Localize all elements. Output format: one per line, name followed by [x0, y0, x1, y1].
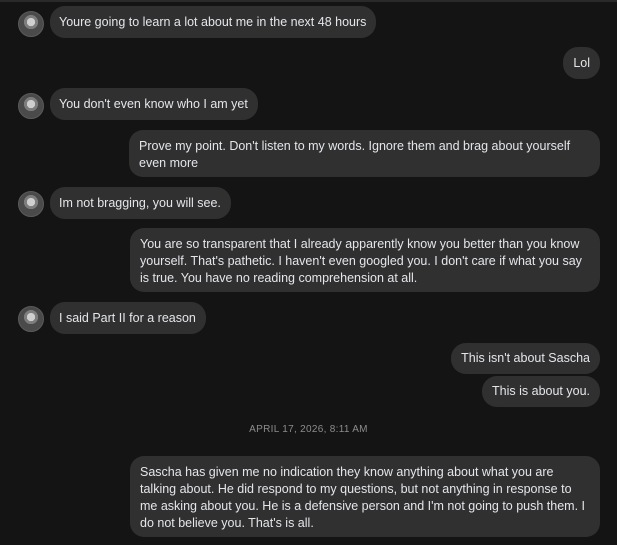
- top-divider: [0, 0, 617, 2]
- contact-avatar-icon[interactable]: [18, 191, 44, 217]
- message-text: You are so transparent that I already ap…: [140, 237, 582, 285]
- contact-avatar-icon[interactable]: [18, 93, 44, 119]
- outgoing-message-bubble[interactable]: You are so transparent that I already ap…: [130, 228, 600, 292]
- message-text: Prove my point. Don't listen to my words…: [139, 139, 571, 170]
- contact-avatar-icon[interactable]: [18, 306, 44, 332]
- message-timestamp: APRIL 17, 2026, 8:11 AM: [249, 424, 368, 435]
- incoming-message-bubble[interactable]: I said Part II for a reason: [50, 302, 206, 334]
- outgoing-message-bubble[interactable]: This isn't about Sascha: [451, 343, 600, 374]
- message-text: You don't even know who I am yet: [59, 97, 248, 111]
- outgoing-message-bubble[interactable]: Prove my point. Don't listen to my words…: [129, 130, 600, 177]
- incoming-message-bubble[interactable]: Im not bragging, you will see.: [50, 187, 231, 219]
- incoming-message-bubble[interactable]: You don't even know who I am yet: [50, 88, 258, 120]
- message-text: Im not bragging, you will see.: [59, 196, 221, 210]
- message-text: This is about you.: [492, 384, 590, 398]
- message-text: Youre going to learn a lot about me in t…: [59, 15, 367, 29]
- message-text: Lol: [573, 56, 590, 70]
- message-text: This isn't about Sascha: [461, 351, 590, 365]
- contact-avatar-icon[interactable]: [18, 11, 44, 37]
- incoming-message-bubble[interactable]: Youre going to learn a lot about me in t…: [50, 6, 377, 38]
- outgoing-message-bubble[interactable]: Sascha has given me no indication they k…: [130, 456, 600, 537]
- message-text: I said Part II for a reason: [59, 311, 196, 325]
- outgoing-message-bubble[interactable]: This is about you.: [482, 376, 600, 407]
- outgoing-message-bubble[interactable]: Lol: [563, 47, 600, 79]
- message-text: Sascha has given me no indication they k…: [140, 465, 586, 530]
